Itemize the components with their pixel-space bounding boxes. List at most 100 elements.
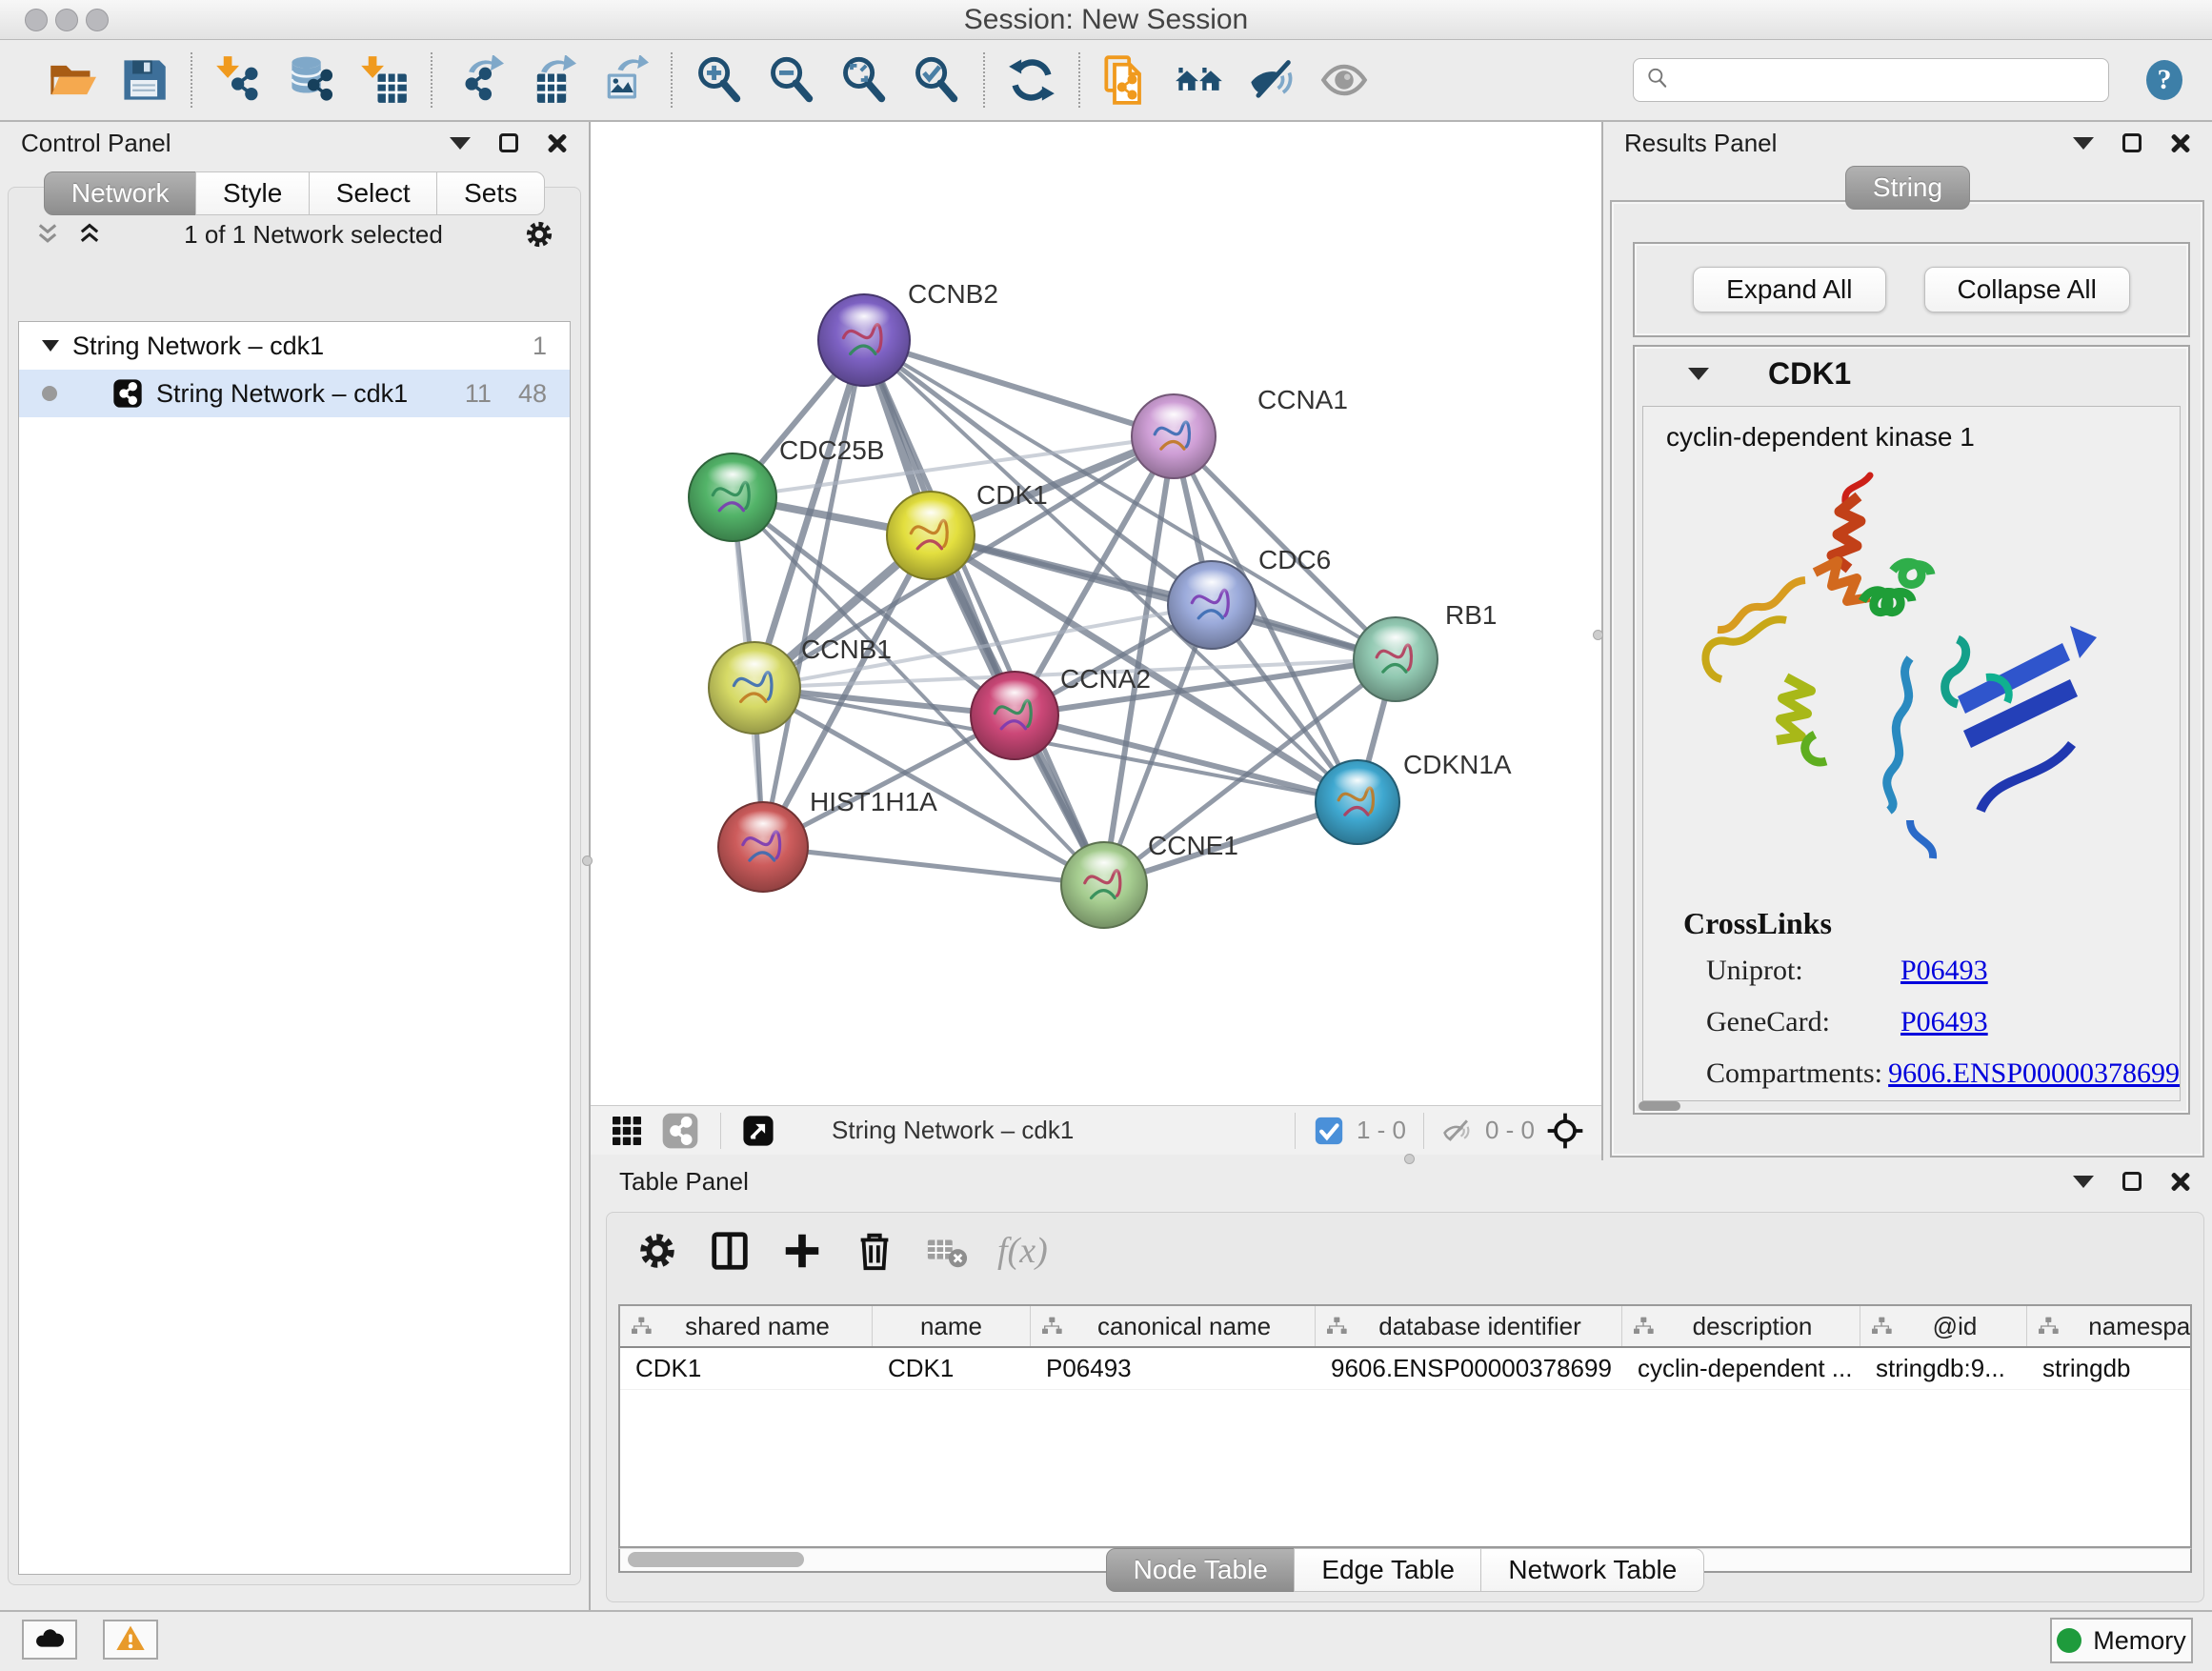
column-header-database-identifier[interactable]: database identifier: [1316, 1306, 1622, 1346]
network-node-CCNA2[interactable]: [971, 672, 1058, 759]
network-node-CDC25B[interactable]: [689, 453, 776, 541]
svg-text:?: ?: [2158, 64, 2172, 95]
open-file-button[interactable]: [42, 50, 101, 110]
expand-all-button[interactable]: Expand All: [1693, 267, 1885, 312]
network-view[interactable]: CCNB2CCNA1CDC25BCDK1CDC6RB1CCNB1CCNA2CDK…: [591, 122, 1603, 1160]
expand-all-networks-icon[interactable]: [75, 220, 104, 249]
first-neighbors-button[interactable]: [1170, 50, 1229, 110]
tab-network-table[interactable]: Network Table: [1480, 1548, 1704, 1592]
network-view-icon[interactable]: [661, 1112, 699, 1150]
results-scrollbar-nub[interactable]: [1639, 1101, 1680, 1111]
network-canvas[interactable]: CCNB2CCNA1CDC25BCDK1CDC6RB1CCNB1CCNA2CDK…: [591, 122, 1601, 1105]
collapse-all-button[interactable]: Collapse All: [1924, 267, 2130, 312]
tab-edge-table[interactable]: Edge Table: [1294, 1548, 1482, 1592]
clone-network-button[interactable]: [1097, 50, 1156, 110]
crosslink-row: Tissues:9606.ENSP00000378699: [1643, 1099, 2180, 1101]
network-node-CDC6[interactable]: [1168, 561, 1256, 649]
node-table[interactable]: shared name namecanonical namedatabase id…: [618, 1304, 2192, 1548]
network-node-CDK1[interactable]: [887, 492, 975, 579]
export-table-button[interactable]: [522, 50, 581, 110]
table-row[interactable]: CDK1CDK1P064939606.ENSP00000378699cyclin…: [620, 1348, 2190, 1390]
birdseye-view-icon[interactable]: [1546, 1112, 1584, 1150]
collection-expand-icon[interactable]: [42, 340, 59, 352]
cloud-button[interactable]: [22, 1620, 77, 1660]
export-image-button[interactable]: [594, 50, 654, 110]
tab-node-table[interactable]: Node Table: [1106, 1548, 1296, 1592]
grid-view-icon[interactable]: [608, 1112, 646, 1150]
gear-icon[interactable]: [635, 1229, 679, 1273]
tab-sets[interactable]: Sets: [436, 171, 545, 215]
zoom-out-button[interactable]: [762, 50, 821, 110]
network-row[interactable]: String Network – cdk1 11 48: [19, 370, 570, 417]
selected-nodes-icon[interactable]: [1313, 1115, 1345, 1147]
tab-style[interactable]: Style: [195, 171, 310, 215]
table-menu-icon[interactable]: [2073, 1176, 2094, 1188]
zoom-in-icon: [694, 93, 744, 108]
close-table-icon[interactable]: [2170, 1171, 2191, 1192]
column-header-@id[interactable]: @id: [1860, 1306, 2027, 1346]
column-header-canonical-name[interactable]: canonical name: [1031, 1306, 1316, 1346]
column-label: shared name: [653, 1312, 862, 1341]
node-label-CCNE1: CCNE1: [1148, 831, 1238, 860]
save-session-button[interactable]: [114, 50, 173, 110]
zoom-selected-button[interactable]: [907, 50, 966, 110]
collapse-protein-icon[interactable]: [1688, 368, 1709, 380]
crosslink-link[interactable]: P06493: [1900, 955, 1988, 987]
export-image-icon: [599, 93, 649, 108]
node-count: 11: [465, 379, 492, 409]
column-header-namespace[interactable]: namespace: [2027, 1306, 2192, 1346]
network-node-CCNA1[interactable]: [1132, 394, 1216, 478]
warnings-button[interactable]: [103, 1620, 158, 1660]
crosslink-link[interactable]: P06493: [1900, 1006, 1988, 1038]
collapse-all-networks-icon[interactable]: [33, 220, 62, 249]
bottom-splitter-handle[interactable]: [1404, 1154, 1415, 1164]
import-network-database-button[interactable]: [282, 50, 341, 110]
float-results-icon[interactable]: [2122, 133, 2142, 152]
zoom-in-button[interactable]: [690, 50, 749, 110]
column-header-name[interactable]: name: [873, 1306, 1031, 1346]
help-button[interactable]: ?: [2142, 57, 2187, 103]
apply-layout-button[interactable]: [1002, 50, 1061, 110]
crosslink-link[interactable]: 9606.ENSP00000378699: [1888, 1057, 2180, 1090]
network-node-HIST1H1A[interactable]: [718, 802, 808, 892]
network-label: String Network – cdk1: [156, 379, 408, 409]
hide-selected-button[interactable]: [1242, 50, 1301, 110]
export-network-button[interactable]: [450, 50, 509, 110]
column-header-description[interactable]: description: [1622, 1306, 1860, 1346]
show-all-button[interactable]: [1315, 50, 1374, 110]
network-node-CCNB2[interactable]: [818, 294, 910, 386]
collection-label: String Network – cdk1: [72, 332, 324, 361]
zoom-fit-button[interactable]: [835, 50, 894, 110]
network-options-gear-icon[interactable]: [523, 218, 555, 251]
memory-button[interactable]: Memory: [2050, 1618, 2193, 1663]
right-splitter-handle[interactable]: [1593, 630, 1603, 640]
split-columns-icon[interactable]: [708, 1229, 752, 1273]
tab-network[interactable]: Network: [44, 171, 197, 215]
network-selection-status: 1 of 1 Network selected: [117, 220, 510, 250]
tab-string[interactable]: String: [1845, 166, 1970, 210]
network-node-CCNE1[interactable]: [1061, 842, 1147, 928]
float-table-icon[interactable]: [2122, 1172, 2142, 1191]
delete-column-icon[interactable]: [853, 1229, 896, 1273]
node-label-CDKN1A: CDKN1A: [1403, 750, 1512, 779]
search-box[interactable]: [1633, 58, 2109, 102]
network-collection-row[interactable]: String Network – cdk1 1: [19, 322, 570, 370]
close-panel-icon[interactable]: [547, 132, 568, 153]
import-table-button[interactable]: [354, 50, 413, 110]
add-column-icon[interactable]: [780, 1229, 824, 1273]
close-results-icon[interactable]: [2170, 132, 2191, 153]
network-node-CCNB1[interactable]: [709, 642, 800, 734]
network-node-CDKN1A[interactable]: [1316, 760, 1399, 844]
import-network-button[interactable]: [210, 50, 269, 110]
panel-menu-icon[interactable]: [450, 137, 471, 150]
network-node-RB1[interactable]: [1354, 617, 1438, 701]
float-panel-icon[interactable]: [499, 133, 518, 152]
import-network-icon: [214, 93, 264, 108]
titlebar: Session: New Session: [0, 0, 2212, 40]
tab-select[interactable]: Select: [309, 171, 438, 215]
left-splitter-handle[interactable]: [582, 856, 593, 866]
results-menu-icon[interactable]: [2073, 137, 2094, 150]
detach-view-icon[interactable]: [742, 1115, 774, 1147]
search-input[interactable]: [1678, 66, 2097, 95]
column-header-shared-name[interactable]: shared name: [620, 1306, 873, 1346]
